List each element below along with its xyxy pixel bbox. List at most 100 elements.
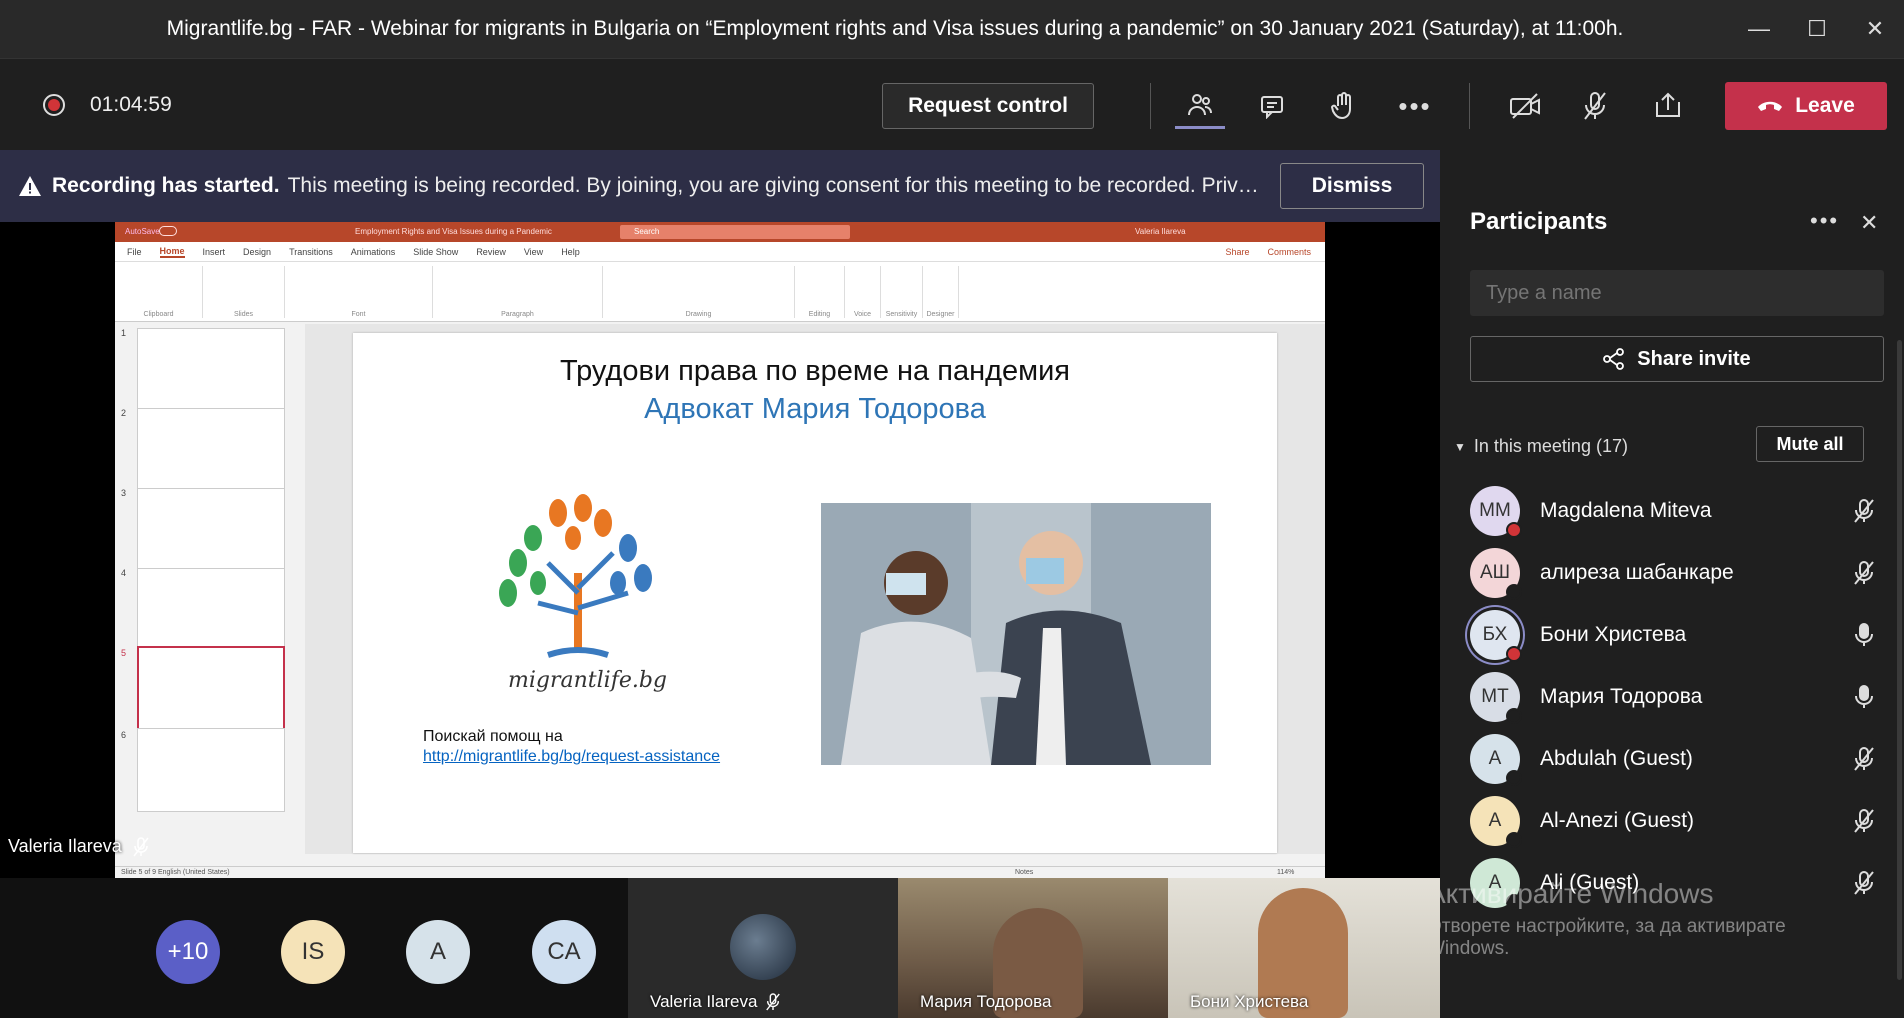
slide-request-link[interactable]: http://migrantlife.bg/bg/request-assista…	[423, 748, 720, 766]
ribbon-group-sensitivity[interactable]: Sensitivity	[881, 266, 923, 318]
participant-row[interactable]: A Abdulah (Guest)	[1470, 728, 1884, 790]
avatar: A	[1470, 734, 1522, 786]
close-window-button[interactable]: ✕	[1846, 0, 1904, 58]
participant-search-input[interactable]	[1470, 270, 1884, 316]
slide-thumbnail-5[interactable]	[137, 646, 285, 730]
ppt-autosave[interactable]: AutoSave	[125, 227, 160, 236]
ribbon-group-designer[interactable]: Designer	[923, 266, 959, 318]
request-control-button[interactable]: Request control	[882, 83, 1094, 129]
video-tile-maria[interactable]: Мария Тодорова	[898, 878, 1168, 1018]
raise-hand-button[interactable]	[1318, 83, 1368, 129]
chevron-down-icon: ▼	[1454, 439, 1466, 454]
meeting-toolbar: 01:04:59 Request control ••• Leave	[0, 58, 1904, 150]
ribbon-group-paragraph[interactable]: Paragraph	[433, 266, 603, 318]
camera-toggle-button[interactable]	[1500, 83, 1550, 129]
thumb-number: 6	[121, 730, 127, 740]
logo-wordmark: migrantlife.bg	[508, 668, 668, 693]
more-icon: •••	[1398, 90, 1432, 121]
slide-thumbnail-3[interactable]	[137, 488, 285, 572]
avatar-label: CA	[547, 938, 581, 965]
panel-scrollbar[interactable]	[1897, 340, 1902, 980]
ppt-tab-help[interactable]: Help	[561, 247, 580, 257]
ppt-tab-file[interactable]: File	[127, 247, 142, 257]
avatar-label: A	[429, 938, 446, 965]
presence-status-icon	[1506, 770, 1522, 786]
windows-activation-hint-line: Windows.	[1427, 938, 1510, 959]
ppt-comments-button[interactable]: Comments	[1267, 247, 1311, 257]
panel-close-button[interactable]: ✕	[1860, 210, 1878, 236]
ppt-notes-button[interactable]: Notes	[1015, 867, 1033, 878]
leave-button[interactable]: Leave	[1725, 82, 1887, 130]
autosave-toggle[interactable]	[159, 226, 177, 236]
overflow-participants-avatar[interactable]: +10	[156, 920, 220, 984]
minimize-button[interactable]: —	[1730, 0, 1788, 58]
participant-name: Abdulah (Guest)	[1540, 747, 1693, 770]
video-tile-boni[interactable]: Бони Христева	[1168, 878, 1440, 1018]
photo-illustration	[821, 503, 1211, 765]
ppt-share-button[interactable]: Share	[1225, 247, 1249, 257]
recording-banner: Recording has started. This meeting is be…	[0, 150, 1440, 222]
ppt-tab-home[interactable]: Home	[159, 246, 185, 258]
avatar[interactable]: CA	[532, 920, 596, 984]
warning-icon	[19, 176, 41, 196]
slide-thumbnail-1[interactable]	[137, 328, 285, 412]
avatar-initials: A	[1488, 748, 1502, 769]
ppt-tab-animations[interactable]: Animations	[351, 247, 396, 257]
ppt-titlebar: AutoSave Employment Rights and Visa Issu…	[115, 222, 1325, 242]
ppt-tab-view[interactable]: View	[524, 247, 543, 257]
ppt-tab-insert[interactable]: Insert	[203, 247, 226, 257]
mic-off-icon	[1844, 870, 1884, 896]
avatar-initials: АШ	[1479, 562, 1511, 583]
ppt-zoom-level[interactable]: 114%	[1277, 867, 1294, 878]
avatar[interactable]: IS	[281, 920, 345, 984]
participant-row[interactable]: БХ Бони Христева	[1470, 604, 1884, 666]
presence-status-icon	[1506, 832, 1522, 848]
ribbon-group-font[interactable]: Font	[285, 266, 433, 318]
ppt-search-box[interactable]: Search	[620, 225, 850, 239]
ppt-tab-slideshow[interactable]: Slide Show	[413, 247, 458, 257]
slide-editor-area: Трудови права по време на пандемия Адвок…	[305, 324, 1325, 854]
participants-toggle-button[interactable]	[1175, 83, 1225, 129]
participant-row[interactable]: АШ алиреза шабанкаре	[1470, 542, 1884, 604]
participant-row[interactable]: МТ Мария Тодорова	[1470, 666, 1884, 728]
participant-row[interactable]: MM Magdalena Miteva	[1470, 480, 1884, 542]
slide-thumbnail-6[interactable]	[137, 728, 285, 812]
tile-name-tag: Valeria Ilareva	[650, 992, 781, 1012]
avatar[interactable]: A	[406, 920, 470, 984]
maximize-button[interactable]: ☐	[1788, 0, 1846, 58]
mic-off-icon	[1844, 746, 1884, 772]
share-screen-button[interactable]	[1643, 83, 1693, 129]
slide-thumbnail-2[interactable]	[137, 408, 285, 492]
participant-name: алиреза шабанкаре	[1540, 561, 1734, 584]
mute-all-button[interactable]: Mute all	[1756, 426, 1864, 462]
ribbon-group-voice[interactable]: Voice	[845, 266, 881, 318]
ribbon-group-editing[interactable]: Editing	[795, 266, 845, 318]
more-actions-button[interactable]: •••	[1390, 83, 1440, 129]
powerpoint-window: AutoSave Employment Rights and Visa Issu…	[115, 222, 1325, 878]
participant-row[interactable]: A Al-Anezi (Guest)	[1470, 790, 1884, 852]
presence-status-icon	[1506, 708, 1522, 724]
slide-thumbnail-4[interactable]	[137, 568, 285, 652]
ppt-tab-design[interactable]: Design	[243, 247, 271, 257]
ribbon-group-drawing[interactable]: Drawing	[603, 266, 795, 318]
ribbon-group-slides[interactable]: Slides	[203, 266, 285, 318]
ribbon-group-label: Sensitivity	[885, 311, 918, 318]
dismiss-button[interactable]: Dismiss	[1280, 163, 1424, 209]
panel-more-button[interactable]: •••	[1810, 208, 1839, 234]
share-invite-button[interactable]: Share invite	[1470, 336, 1884, 382]
ppt-tab-review[interactable]: Review	[476, 247, 506, 257]
ppt-status-text: Slide 5 of 9 English (United States)	[121, 869, 230, 876]
current-slide[interactable]: Трудови права по време на пандемия Адвок…	[353, 333, 1277, 853]
video-tile-valeria[interactable]: Valeria Ilareva	[628, 878, 898, 1018]
in-meeting-section-toggle[interactable]: ▼ In this meeting (17)	[1454, 436, 1628, 457]
ppt-tab-transitions[interactable]: Transitions	[289, 247, 333, 257]
mic-on-icon	[1844, 684, 1884, 710]
windows-activation-hint: Отворете настройките, за да активирате W…	[1427, 916, 1786, 960]
mic-toggle-button[interactable]	[1570, 83, 1620, 129]
title-bar: Migrantlife.bg - FAR - Webinar for migra…	[0, 0, 1904, 58]
chat-button[interactable]	[1247, 83, 1297, 129]
tile-name: Мария Тодорова	[920, 992, 1052, 1011]
tile-name: Бони Христева	[1190, 992, 1309, 1011]
mic-off-icon	[766, 993, 781, 1011]
ribbon-group-clipboard[interactable]: Clipboard	[115, 266, 203, 318]
